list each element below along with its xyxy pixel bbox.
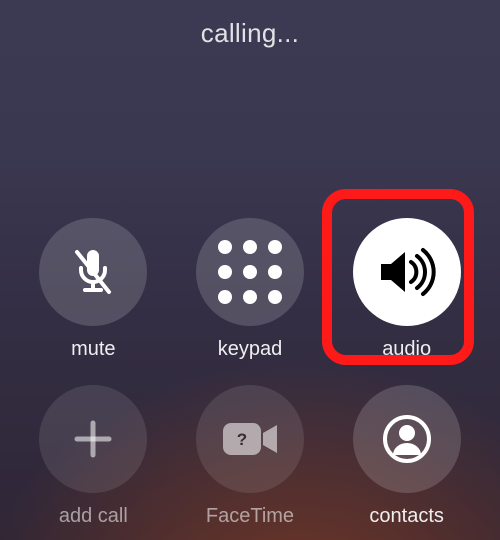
- contacts-cell: contacts: [353, 385, 461, 528]
- contacts-label: contacts: [369, 505, 443, 528]
- facetime-cell: ? FaceTime: [196, 385, 304, 528]
- mute-label: mute: [71, 338, 115, 361]
- keypad-label: keypad: [218, 338, 283, 361]
- keypad-icon: [218, 240, 282, 304]
- speaker-icon: [375, 244, 439, 300]
- contacts-icon: [379, 411, 435, 467]
- audio-label: audio: [382, 338, 431, 361]
- audio-cell: audio: [353, 218, 461, 361]
- add-call-label: add call: [59, 505, 128, 528]
- call-status: calling...: [0, 18, 500, 49]
- mute-button[interactable]: [39, 218, 147, 326]
- mute-icon: [65, 244, 121, 300]
- svg-text:?: ?: [237, 430, 247, 449]
- facetime-button[interactable]: ?: [196, 385, 304, 493]
- keypad-cell: keypad: [196, 218, 304, 361]
- video-icon: ?: [221, 419, 279, 459]
- call-controls-grid: mute keypad: [0, 218, 500, 540]
- add-call-cell: add call: [39, 385, 147, 528]
- facetime-label: FaceTime: [206, 505, 294, 528]
- audio-button[interactable]: [353, 218, 461, 326]
- add-call-button[interactable]: [39, 385, 147, 493]
- contacts-button[interactable]: [353, 385, 461, 493]
- keypad-button[interactable]: [196, 218, 304, 326]
- mute-cell: mute: [39, 218, 147, 361]
- plus-icon: [69, 415, 117, 463]
